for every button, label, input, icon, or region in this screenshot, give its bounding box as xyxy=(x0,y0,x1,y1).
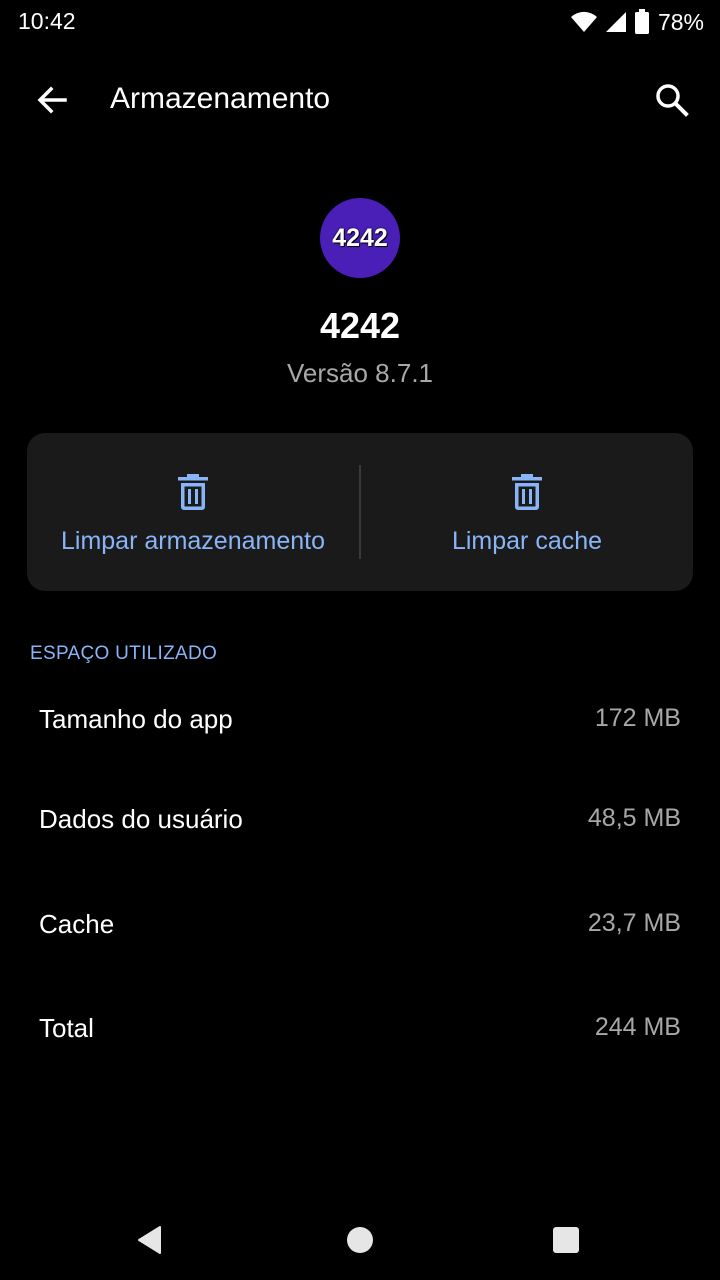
usage-row-cache: Cache 23,7 MB xyxy=(0,895,720,955)
nav-home-button[interactable] xyxy=(338,1218,382,1262)
signal-icon xyxy=(605,12,626,32)
battery-icon xyxy=(634,9,649,34)
page-title: Armazenamento xyxy=(110,82,331,115)
status-icons: 78% xyxy=(570,8,704,36)
app-name: 4242 xyxy=(319,305,401,346)
clear-storage-button[interactable]: Limpar armazenamento xyxy=(27,433,359,591)
arrow-back-icon xyxy=(37,86,67,114)
system-nav-bar xyxy=(0,1200,720,1280)
app-icon-label: 4242 xyxy=(332,223,388,252)
trash-icon xyxy=(512,474,542,510)
search-icon xyxy=(656,84,689,117)
row-label: Dados do usuário xyxy=(39,804,243,834)
wifi-icon xyxy=(570,11,597,32)
row-value: 48,5 MB xyxy=(587,804,681,832)
row-value: 244 MB xyxy=(594,1013,681,1041)
app-version: Versão 8.7.1 xyxy=(287,358,433,388)
screen: 10:42 78% Armazenamento 4242 4242 Versão… xyxy=(0,0,720,1280)
status-time: 10:42 xyxy=(18,8,76,34)
battery-level: 78% xyxy=(657,8,704,35)
usage-row-app-size: Tamanho do app 172 MB xyxy=(0,690,720,750)
trash-icon xyxy=(178,474,208,510)
back-button[interactable] xyxy=(26,74,78,126)
back-triangle-icon xyxy=(138,1226,161,1254)
section-header-used-space: ESPAÇO UTILIZADO xyxy=(30,643,218,664)
nav-back-button[interactable] xyxy=(128,1218,172,1262)
row-label: Total xyxy=(39,1013,94,1043)
recents-square-icon xyxy=(553,1227,579,1253)
row-label: Cache xyxy=(39,909,115,939)
usage-row-total: Total 244 MB xyxy=(0,999,720,1059)
clear-cache-label: Limpar cache xyxy=(451,527,603,555)
app-icon: 4242 xyxy=(320,198,400,278)
nav-recents-button[interactable] xyxy=(544,1218,588,1262)
row-value: 172 MB xyxy=(594,704,681,732)
app-bar: Armazenamento xyxy=(0,60,720,140)
usage-row-user-data: Dados do usuário 48,5 MB xyxy=(0,790,720,850)
home-circle-icon xyxy=(347,1227,373,1253)
storage-actions-card: Limpar armazenamento Limpar cache xyxy=(27,433,693,591)
row-value: 23,7 MB xyxy=(587,909,681,937)
search-button[interactable] xyxy=(646,74,698,126)
clear-storage-label: Limpar armazenamento xyxy=(60,527,325,555)
clear-cache-button[interactable]: Limpar cache xyxy=(361,433,693,591)
row-label: Tamanho do app xyxy=(39,704,233,734)
status-bar: 10:42 78% xyxy=(0,0,720,44)
